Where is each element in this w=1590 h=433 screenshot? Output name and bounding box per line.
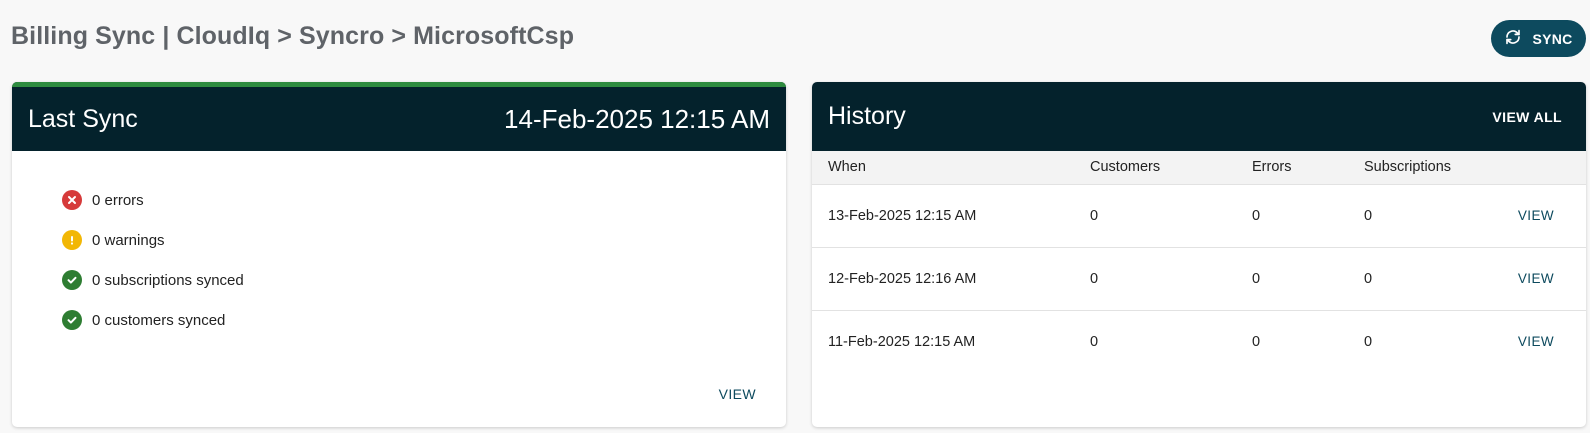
table-row: 13-Feb-2025 12:15 AM 0 0 0 VIEW bbox=[812, 184, 1586, 248]
last-sync-title: Last Sync bbox=[28, 104, 138, 133]
table-row: 11-Feb-2025 12:15 AM 0 0 0 VIEW bbox=[812, 310, 1586, 373]
sync-icon bbox=[1504, 28, 1522, 49]
check-icon bbox=[62, 270, 82, 290]
history-header: History VIEW ALL bbox=[812, 82, 1586, 151]
status-customers: 0 customers synced bbox=[62, 300, 244, 340]
row-view-link[interactable]: VIEW bbox=[1518, 208, 1554, 223]
column-header-when: When bbox=[812, 151, 1090, 185]
table-row: 12-Feb-2025 12:16 AM 0 0 0 VIEW bbox=[812, 247, 1586, 311]
row-view-link[interactable]: VIEW bbox=[1518, 271, 1554, 286]
last-sync-date: 14-Feb-2025 12:15 AM bbox=[504, 103, 770, 134]
status-subscriptions-text: 0 subscriptions synced bbox=[92, 271, 244, 289]
error-icon bbox=[62, 190, 82, 210]
cell-customers: 0 bbox=[1090, 247, 1252, 311]
row-view-link[interactable]: VIEW bbox=[1518, 334, 1554, 349]
check-icon bbox=[62, 310, 82, 330]
cell-errors: 0 bbox=[1252, 184, 1364, 248]
cell-subscriptions: 0 bbox=[1364, 184, 1514, 248]
last-sync-header: Last Sync 14-Feb-2025 12:15 AM bbox=[12, 82, 786, 151]
status-warnings: 0 warnings bbox=[62, 220, 244, 260]
page-title: Billing Sync | CloudIq > Syncro > Micros… bbox=[11, 22, 575, 50]
history-title: History bbox=[828, 102, 906, 130]
cell-customers: 0 bbox=[1090, 184, 1252, 248]
view-all-button[interactable]: VIEW ALL bbox=[1492, 109, 1570, 125]
cell-when: 11-Feb-2025 12:15 AM bbox=[828, 333, 976, 350]
column-header-customers: Customers bbox=[1090, 151, 1252, 185]
column-header-actions bbox=[1514, 151, 1586, 185]
column-header-subscriptions: Subscriptions bbox=[1364, 151, 1514, 185]
cell-customers: 0 bbox=[1090, 333, 1099, 350]
cell-when: 12-Feb-2025 12:16 AM bbox=[812, 247, 1090, 311]
cell-subscriptions: 0 bbox=[1364, 333, 1373, 350]
status-subscriptions: 0 subscriptions synced bbox=[62, 260, 244, 300]
status-warnings-text: 0 warnings bbox=[92, 231, 165, 249]
column-header-errors: Errors bbox=[1252, 151, 1364, 185]
billing-sync-page: Billing Sync | CloudIq > Syncro > Micros… bbox=[0, 0, 1590, 433]
sync-button[interactable]: SYNC bbox=[1491, 20, 1586, 57]
cell-subscriptions: 0 bbox=[1364, 247, 1514, 311]
history-table-header: When Customers Errors Subscriptions bbox=[812, 151, 1586, 185]
last-sync-card: Last Sync 14-Feb-2025 12:15 AM 0 errors … bbox=[12, 82, 786, 427]
warning-icon bbox=[62, 230, 82, 250]
cell-errors: 0 bbox=[1252, 333, 1261, 350]
status-errors-text: 0 errors bbox=[92, 191, 144, 209]
status-list: 0 errors 0 warnings 0 subscriptions sync… bbox=[62, 180, 244, 340]
status-errors: 0 errors bbox=[62, 180, 244, 220]
sync-button-label: SYNC bbox=[1532, 30, 1573, 47]
cell-errors: 0 bbox=[1252, 247, 1364, 311]
last-sync-view-link[interactable]: VIEW bbox=[719, 386, 756, 402]
history-table: When Customers Errors Subscriptions 13-F… bbox=[812, 151, 1586, 373]
cell-when: 13-Feb-2025 12:15 AM bbox=[812, 184, 1090, 248]
status-customers-text: 0 customers synced bbox=[92, 311, 226, 329]
history-card: History VIEW ALL When Customers Errors S… bbox=[812, 82, 1586, 427]
